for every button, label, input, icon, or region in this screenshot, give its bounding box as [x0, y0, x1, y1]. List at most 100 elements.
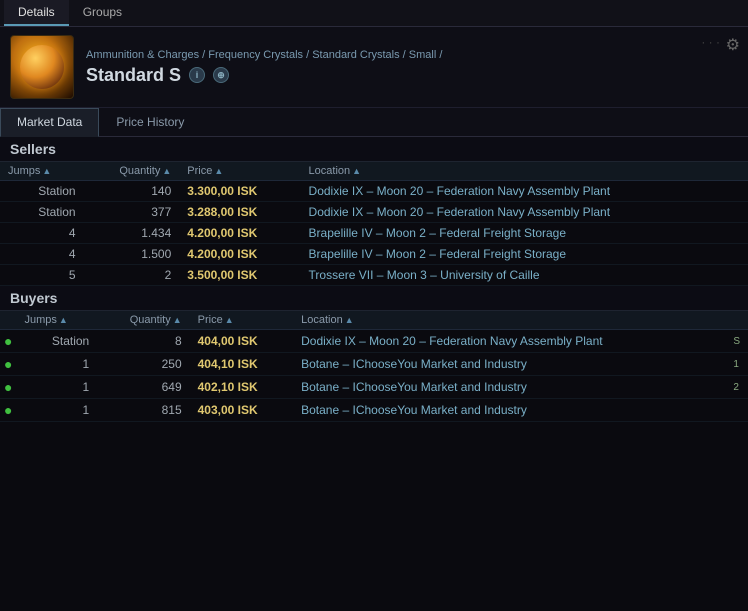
buyer-price: 404,10 ISK — [190, 353, 294, 376]
buyers-sort-arrow-price: ▲ — [225, 315, 234, 325]
buyer-range: 2 — [725, 376, 748, 399]
tab-groups[interactable]: Groups — [69, 0, 136, 26]
buyers-sort-arrow-jumps: ▲ — [59, 315, 68, 325]
buyers-section: Buyers Jumps▲ Quantity▲ Price▲ Location▲ — [0, 286, 748, 422]
buyers-sort-arrow-loc: ▲ — [345, 315, 354, 325]
buyer-indicator: ● — [0, 376, 16, 399]
seller-jumps: 4 — [0, 223, 84, 244]
info-button[interactable]: i — [189, 67, 205, 83]
sort-arrow-qty: ▲ — [162, 166, 171, 176]
tab-details[interactable]: Details — [4, 0, 69, 26]
sellers-table-container: Jumps▲ Quantity▲ Price▲ Location▲ Statio… — [0, 162, 748, 286]
seller-price: 4.200,00 ISK — [179, 223, 300, 244]
item-info: Ammunition & Charges / Frequency Crystal… — [86, 49, 738, 86]
seller-location: Brapelille IV – Moon 2 – Federal Freight… — [301, 244, 748, 265]
buyers-col-indicator — [0, 311, 16, 330]
buyer-jumps: 1 — [16, 376, 97, 399]
seller-location: Brapelille IV – Moon 2 – Federal Freight… — [301, 223, 748, 244]
buyer-jumps: 1 — [16, 399, 97, 422]
seller-qty: 2 — [84, 265, 180, 286]
buyers-col-jumps[interactable]: Jumps▲ — [16, 311, 97, 330]
sellers-header: Sellers — [0, 137, 748, 162]
buyer-range: 1 — [725, 353, 748, 376]
compare-button[interactable]: ⊕ — [213, 67, 229, 83]
item-name-row: Standard S i ⊕ — [86, 65, 738, 86]
buyers-row[interactable]: ● 1 815 403,00 ISK Botane – IChooseYou M… — [0, 399, 748, 422]
buyer-location: Dodixie IX – Moon 20 – Federation Navy A… — [293, 330, 725, 353]
seller-qty: 140 — [84, 181, 180, 202]
item-icon-sphere — [20, 45, 64, 89]
tab-price-history[interactable]: Price History — [99, 108, 201, 136]
seller-location: Dodixie IX – Moon 20 – Federation Navy A… — [301, 181, 748, 202]
buyers-row[interactable]: ● Station 8 404,00 ISK Dodixie IX – Moon… — [0, 330, 748, 353]
seller-jumps: Station — [0, 202, 84, 223]
item-name: Standard S — [86, 65, 181, 86]
drag-handle: · · · — [701, 35, 720, 49]
buyer-qty: 8 — [97, 330, 189, 353]
sellers-table: Jumps▲ Quantity▲ Price▲ Location▲ Statio… — [0, 162, 748, 286]
buyer-indicator: ● — [0, 399, 16, 422]
buyer-range: S — [725, 330, 748, 353]
buyer-price: 402,10 ISK — [190, 376, 294, 399]
item-header: Ammunition & Charges / Frequency Crystal… — [0, 27, 748, 108]
sellers-col-quantity[interactable]: Quantity▲ — [84, 162, 180, 181]
buyers-sort-arrow-qty: ▲ — [173, 315, 182, 325]
buyers-col-range — [725, 311, 748, 330]
buyer-indicator: ● — [0, 330, 16, 353]
seller-qty: 1.500 — [84, 244, 180, 265]
sellers-col-location[interactable]: Location▲ — [301, 162, 748, 181]
buyer-price: 403,00 ISK — [190, 399, 294, 422]
seller-jumps: Station — [0, 181, 84, 202]
buyer-qty: 250 — [97, 353, 189, 376]
seller-price: 3.300,00 ISK — [179, 181, 300, 202]
sellers-row[interactable]: 4 1.500 4.200,00 ISK Brapelille IV – Moo… — [0, 244, 748, 265]
buyer-price: 404,00 ISK — [190, 330, 294, 353]
seller-price: 3.500,00 ISK — [179, 265, 300, 286]
buyer-range — [725, 399, 748, 422]
buyers-rows: ● Station 8 404,00 ISK Dodixie IX – Moon… — [0, 330, 748, 422]
seller-jumps: 5 — [0, 265, 84, 286]
buyer-location: Botane – IChooseYou Market and Industry — [293, 353, 725, 376]
sellers-row[interactable]: Station 140 3.300,00 ISK Dodixie IX – Mo… — [0, 181, 748, 202]
buyers-col-price[interactable]: Price▲ — [190, 311, 294, 330]
buyers-row[interactable]: ● 1 250 404,10 ISK Botane – IChooseYou M… — [0, 353, 748, 376]
sort-arrow-jumps: ▲ — [42, 166, 51, 176]
sort-arrow-loc: ▲ — [352, 166, 361, 176]
buyers-col-quantity[interactable]: Quantity▲ — [97, 311, 189, 330]
buyer-qty: 649 — [97, 376, 189, 399]
buyer-location: Botane – IChooseYou Market and Industry — [293, 399, 725, 422]
buyer-indicator: ● — [0, 353, 16, 376]
sub-tab-bar: Market Data Price History — [0, 108, 748, 137]
buyers-table-container: Jumps▲ Quantity▲ Price▲ Location▲ ● — [0, 311, 748, 422]
sellers-col-jumps[interactable]: Jumps▲ — [0, 162, 84, 181]
sellers-col-price[interactable]: Price▲ — [179, 162, 300, 181]
buyers-header: Buyers — [0, 286, 748, 311]
seller-price: 4.200,00 ISK — [179, 244, 300, 265]
breadcrumb: Ammunition & Charges / Frequency Crystal… — [86, 49, 738, 61]
buyers-column-headers: Jumps▲ Quantity▲ Price▲ Location▲ — [0, 311, 748, 330]
seller-qty: 1.434 — [84, 223, 180, 244]
tab-market-data[interactable]: Market Data — [0, 108, 99, 137]
sellers-row[interactable]: 4 1.434 4.200,00 ISK Brapelille IV – Moo… — [0, 223, 748, 244]
sellers-rows: Station 140 3.300,00 ISK Dodixie IX – Mo… — [0, 181, 748, 286]
seller-jumps: 4 — [0, 244, 84, 265]
seller-location: Trossere VII – Moon 3 – University of Ca… — [301, 265, 748, 286]
sort-arrow-price: ▲ — [214, 166, 223, 176]
sellers-column-headers: Jumps▲ Quantity▲ Price▲ Location▲ — [0, 162, 748, 181]
seller-qty: 377 — [84, 202, 180, 223]
buyer-jumps: Station — [16, 330, 97, 353]
settings-button[interactable]: ⚙ — [726, 35, 740, 55]
sellers-row[interactable]: 5 2 3.500,00 ISK Trossere VII – Moon 3 –… — [0, 265, 748, 286]
item-icon — [10, 35, 74, 99]
buyer-jumps: 1 — [16, 353, 97, 376]
buyers-col-location[interactable]: Location▲ — [293, 311, 725, 330]
buyers-row[interactable]: ● 1 649 402,10 ISK Botane – IChooseYou M… — [0, 376, 748, 399]
seller-price: 3.288,00 ISK — [179, 202, 300, 223]
seller-location: Dodixie IX – Moon 20 – Federation Navy A… — [301, 202, 748, 223]
sellers-row[interactable]: Station 377 3.288,00 ISK Dodixie IX – Mo… — [0, 202, 748, 223]
buyer-qty: 815 — [97, 399, 189, 422]
buyers-table: Jumps▲ Quantity▲ Price▲ Location▲ ● — [0, 311, 748, 422]
sellers-section: Sellers Jumps▲ Quantity▲ Price▲ Location… — [0, 137, 748, 286]
top-tab-bar: Details Groups — [0, 0, 748, 27]
buyer-location: Botane – IChooseYou Market and Industry — [293, 376, 725, 399]
